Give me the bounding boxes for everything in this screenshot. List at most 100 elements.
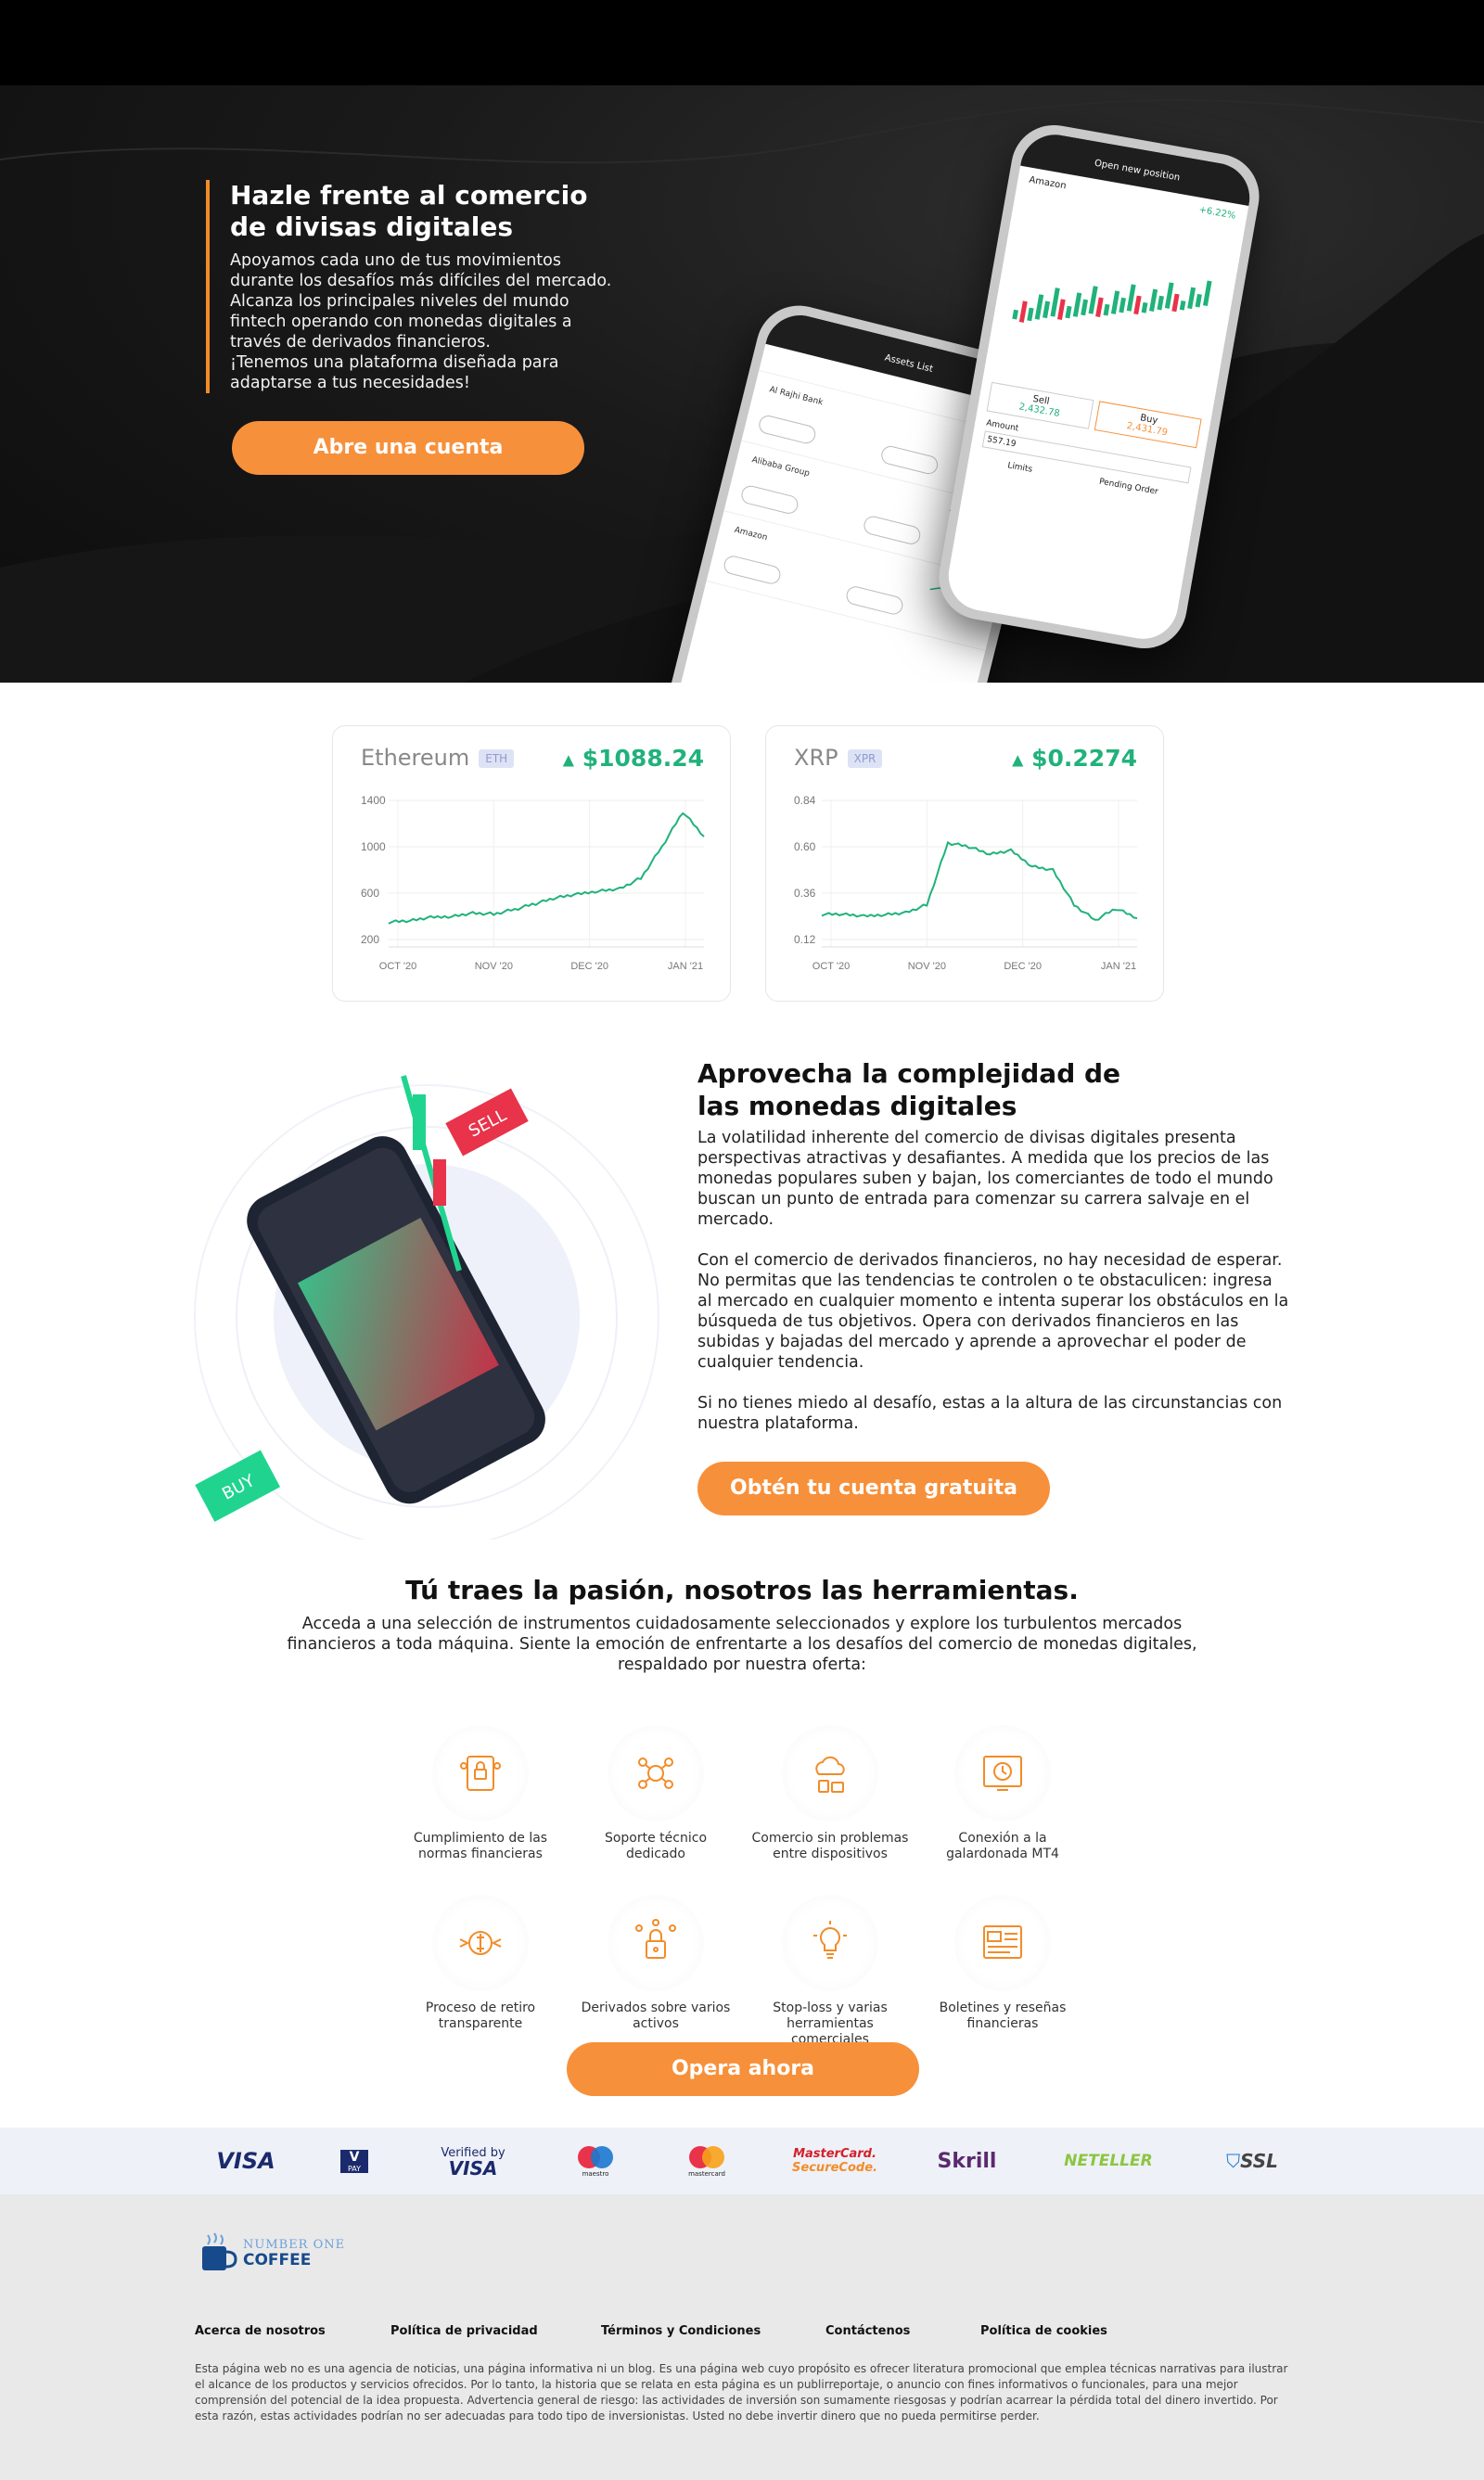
sell-pill <box>722 554 783 586</box>
hero-title: Hazle frente al comercio de divisas digi… <box>230 180 633 243</box>
section2-paragraph: Si no tienes miedo al desafío, estas a l… <box>697 1394 1283 1433</box>
tab-limits[interactable]: Limits <box>1006 461 1032 475</box>
candle <box>1187 287 1196 310</box>
footer-link-privacy[interactable]: Política de privacidad <box>390 2324 538 2338</box>
y-tick-label: 0.84 <box>794 794 816 807</box>
newsletter-icon <box>983 1925 1022 1959</box>
candle <box>1171 293 1180 313</box>
footer-link-terms[interactable]: Términos y Condiciones <box>601 2324 761 2338</box>
hero-desc-line: adaptarse a tus necesidades! <box>230 374 470 392</box>
candle <box>1088 286 1098 314</box>
candle <box>1065 305 1072 319</box>
mastercard-logo: mastercard <box>679 2128 735 2194</box>
footer-link-cookies[interactable]: Política de cookies <box>980 2324 1107 2338</box>
open-account-button[interactable]: Abre una cuenta <box>232 421 584 475</box>
securecode-text-bottom: SecureCode. <box>792 2161 877 2175</box>
ticker-price: ▲ $1088.24 <box>563 745 704 772</box>
feature-label: Derivados sobre varios activos <box>581 2001 731 2031</box>
asset-change: +6.22% <box>1197 204 1237 222</box>
feature-label: Boletines y reseñas financieras <box>939 2001 1067 2031</box>
compliance-icon <box>460 1756 501 1791</box>
candle <box>1126 284 1136 312</box>
candle <box>1202 280 1212 306</box>
hero-title-line-2: de divisas digitales <box>230 211 514 242</box>
asset-name: Amazon <box>733 525 769 543</box>
shield-check-icon: ⛉ <box>1226 2150 1241 2172</box>
ticker-name-text: Ethereum <box>361 745 470 771</box>
up-arrow-icon: ▲ <box>562 750 575 769</box>
hero-desc-line: Apoyamos cada uno de tus movimientos <box>230 251 561 270</box>
feature-item: Cumplimiento de las normas financieras <box>402 1725 559 1862</box>
section2-paragraph: La volatilidad inherente del comercio de… <box>697 1129 1273 1229</box>
candle <box>1081 299 1089 316</box>
candle <box>1095 297 1104 318</box>
verified-visa-text: VISA <box>448 2157 498 2180</box>
y-tick-label: 0.12 <box>794 933 816 946</box>
buy-pill <box>862 514 923 546</box>
candle <box>1164 282 1174 309</box>
x-tick-label: DEC '20 <box>570 961 608 972</box>
securecode-text-top: MasterCard. <box>793 2147 876 2161</box>
skrill-logo: Skrill <box>928 2128 1006 2194</box>
ssl-text: SSL <box>1240 2150 1278 2172</box>
buy-pill <box>879 443 940 477</box>
feature-label: Soporte técnico dedicado <box>604 1831 708 1861</box>
section2-paragraph: Con el comercio de derivados financieros… <box>697 1251 1289 1372</box>
feature-icon-wrap <box>608 1895 704 1991</box>
feature-item: Proceso de retiro transparente <box>402 1895 559 2032</box>
feature-label: Stop-loss y varias herramientas comercia… <box>773 2001 888 2047</box>
candle <box>1034 294 1044 320</box>
footer: NUMBER ONE COFFEE Acerca de nosotros Pol… <box>0 2194 1484 2480</box>
feature-item: Conexión a la galardonada MT4 <box>924 1725 1081 1862</box>
candle <box>1056 299 1066 320</box>
candlestick-chart <box>1012 280 1212 323</box>
candle <box>1133 295 1142 315</box>
candle <box>1103 303 1110 316</box>
payment-methods-bar: VISA V PAY Verified by VISA maestro mast… <box>0 2128 1484 2194</box>
ticker-symbol-badge: ETH <box>479 749 515 768</box>
cloud-devices-icon <box>815 1756 845 1793</box>
ticker-name-text: XRP <box>794 745 838 771</box>
y-tick-label: 0.60 <box>794 840 816 853</box>
tools-icon <box>813 1921 847 1959</box>
tab-pending-order[interactable]: Pending Order <box>1098 478 1158 497</box>
vpay-text-top: V <box>340 2149 368 2165</box>
candle <box>1195 293 1202 308</box>
candle <box>1027 307 1034 322</box>
logo-text: NUMBER ONE COFFEE <box>243 2237 345 2269</box>
candle <box>1110 290 1120 314</box>
feature-item: Derivados sobre varios activos <box>577 1895 735 2032</box>
vpay-text-bottom: PAY <box>340 2164 368 2173</box>
hero-desc-line: durante los desafíos más difíciles del m… <box>230 272 612 290</box>
hero-text-block: Hazle frente al comercio de divisas digi… <box>206 180 633 393</box>
hero-desc-line: fintech operando con monedas digitales a <box>230 313 572 331</box>
sell-pill <box>739 483 800 517</box>
hero-section: Hazle frente al comercio de divisas digi… <box>0 85 1484 683</box>
sell-pill <box>757 413 818 446</box>
ticker-card-ethereum: Ethereum ETH ▲ $1088.24 1400 1000 600 200 OCT… <box>332 725 731 1002</box>
section2-title: Aprovecha la complejidad de las monedas … <box>697 1057 1291 1122</box>
feature-icon-wrap <box>954 1895 1051 1991</box>
feature-item: Stop-loss y varias herramientas comercia… <box>751 1895 909 2048</box>
footer-link-about[interactable]: Acerca de nosotros <box>195 2324 326 2338</box>
candle <box>1043 300 1051 319</box>
feature-item: Soporte técnico dedicado <box>577 1725 735 1862</box>
verified-by-visa-logo: Verified by VISA <box>436 2128 510 2194</box>
free-account-button[interactable]: Obtén tu cuenta gratuita <box>697 1462 1050 1515</box>
maestro-text: maestro <box>582 2170 609 2178</box>
hero-title-line-1: Hazle frente al comercio <box>230 180 588 211</box>
support-icon <box>638 1758 673 1789</box>
footer-link-contact[interactable]: Contáctenos <box>825 2324 910 2338</box>
x-tick-label: OCT '20 <box>379 961 416 972</box>
top-bar <box>0 0 1484 85</box>
visa-text: VISA <box>216 2148 275 2174</box>
trade-now-button[interactable]: Opera ahora <box>567 2042 919 2096</box>
ticker-price-value: $0.2274 <box>1031 745 1137 772</box>
neteller-logo: NETELLER <box>1062 2128 1155 2194</box>
section2-body: La volatilidad inherente del comercio de… <box>697 1128 1291 1434</box>
footer-logo[interactable]: NUMBER ONE COFFEE <box>198 2231 345 2274</box>
feature-icon-wrap <box>782 1725 878 1822</box>
mt4-icon <box>983 1756 1022 1791</box>
hero-desc-line: Alcanza los principales niveles del mund… <box>230 292 569 311</box>
candle <box>1157 295 1164 311</box>
